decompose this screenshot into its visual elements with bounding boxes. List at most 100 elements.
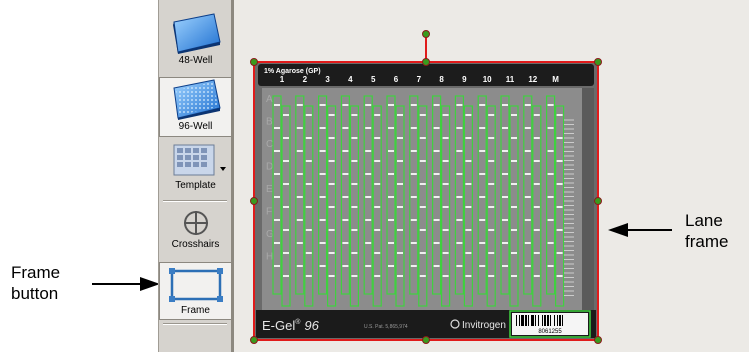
lane-frame-annotation-line1: Lane bbox=[685, 211, 723, 230]
lane-number: 4 bbox=[348, 75, 353, 84]
band bbox=[342, 196, 349, 198]
band bbox=[328, 252, 335, 254]
band bbox=[365, 150, 372, 152]
band bbox=[465, 206, 472, 208]
band bbox=[502, 104, 508, 106]
frame-resize-handle[interactable] bbox=[594, 58, 602, 66]
band bbox=[388, 173, 394, 175]
band bbox=[388, 196, 394, 198]
band bbox=[351, 137, 358, 139]
row-letter: C bbox=[266, 139, 273, 150]
band bbox=[274, 150, 280, 152]
band bbox=[388, 242, 394, 244]
lane-number: 11 bbox=[506, 75, 515, 84]
brand-suffix: 96 bbox=[304, 318, 319, 333]
band bbox=[511, 229, 517, 231]
gel-header-label: 1% Agarose (GP) bbox=[264, 68, 321, 75]
band bbox=[533, 137, 540, 139]
crosshairs-icon bbox=[183, 211, 208, 235]
barcode-bar bbox=[550, 315, 551, 326]
band bbox=[365, 127, 372, 129]
tool-palette: 48-Well 96-Well Template Crosshairs Fram… bbox=[158, 0, 232, 352]
band bbox=[342, 173, 349, 175]
band bbox=[305, 252, 312, 254]
band bbox=[556, 206, 563, 208]
frame-button-arrow bbox=[92, 277, 160, 291]
band bbox=[388, 127, 394, 129]
band bbox=[456, 150, 463, 152]
barcode-bar bbox=[538, 315, 539, 326]
frame-resize-handle[interactable] bbox=[250, 58, 258, 66]
band bbox=[365, 219, 372, 221]
frame-resize-handle[interactable] bbox=[594, 336, 602, 344]
band bbox=[442, 252, 449, 254]
band bbox=[442, 137, 449, 139]
barcode-bar bbox=[557, 315, 558, 326]
band bbox=[374, 206, 381, 208]
band bbox=[319, 265, 326, 267]
barcode-bar bbox=[547, 315, 549, 326]
plate-48-button[interactable]: 48-Well bbox=[159, 12, 232, 74]
frame-resize-handle[interactable] bbox=[422, 336, 430, 344]
band bbox=[283, 229, 289, 231]
band bbox=[388, 219, 394, 221]
plate-96-button[interactable]: 96-Well bbox=[159, 77, 232, 137]
band bbox=[556, 275, 563, 277]
band bbox=[533, 252, 540, 254]
gel-image: 1% Agarose (GP) 1 2 3 4 5 6 7 8 9 10 11 12 M ABCDEFG… bbox=[250, 30, 602, 344]
band bbox=[283, 275, 289, 277]
band bbox=[328, 229, 335, 231]
band bbox=[296, 150, 303, 152]
band bbox=[319, 219, 326, 221]
band bbox=[524, 219, 531, 221]
rotation-handle[interactable] bbox=[422, 30, 430, 38]
band bbox=[556, 160, 563, 162]
band bbox=[479, 104, 486, 106]
band bbox=[305, 137, 312, 139]
band bbox=[319, 242, 326, 244]
frame-button[interactable]: Frame bbox=[159, 262, 232, 320]
band bbox=[456, 265, 463, 267]
row-letter: A bbox=[266, 94, 273, 105]
frame-resize-handle[interactable] bbox=[594, 197, 602, 205]
band bbox=[547, 242, 554, 244]
band bbox=[274, 242, 280, 244]
band bbox=[283, 206, 289, 208]
band bbox=[442, 229, 449, 231]
band bbox=[397, 114, 403, 116]
row-letter: F bbox=[266, 207, 272, 218]
band bbox=[511, 114, 517, 116]
barcode-bar bbox=[528, 315, 529, 326]
band bbox=[365, 265, 372, 267]
band bbox=[511, 137, 517, 139]
barcode-bar bbox=[519, 315, 520, 326]
frame-resize-handle[interactable] bbox=[250, 197, 258, 205]
template-button[interactable]: Template bbox=[159, 141, 232, 197]
band bbox=[296, 104, 303, 106]
band bbox=[351, 275, 358, 277]
band bbox=[502, 127, 508, 129]
band bbox=[511, 252, 517, 254]
band bbox=[351, 114, 358, 116]
band bbox=[456, 242, 463, 244]
band bbox=[342, 104, 349, 106]
band bbox=[328, 137, 335, 139]
lane-number: 12 bbox=[528, 75, 537, 84]
plate-96-label: 96-Well bbox=[178, 121, 213, 132]
band bbox=[488, 252, 495, 254]
band bbox=[305, 183, 312, 185]
barcode-bar bbox=[554, 315, 555, 326]
crosshairs-button[interactable]: Crosshairs bbox=[159, 208, 232, 260]
frame-resize-handle[interactable] bbox=[422, 58, 430, 66]
band bbox=[419, 160, 426, 162]
band bbox=[556, 229, 563, 231]
band bbox=[319, 150, 326, 152]
barcode-bar bbox=[521, 315, 524, 326]
band bbox=[556, 183, 563, 185]
plate-48-label: 48-Well bbox=[178, 55, 213, 66]
frame-resize-handle[interactable] bbox=[250, 336, 258, 344]
band bbox=[419, 229, 426, 231]
band bbox=[305, 206, 312, 208]
band bbox=[419, 183, 426, 185]
band bbox=[433, 104, 440, 106]
